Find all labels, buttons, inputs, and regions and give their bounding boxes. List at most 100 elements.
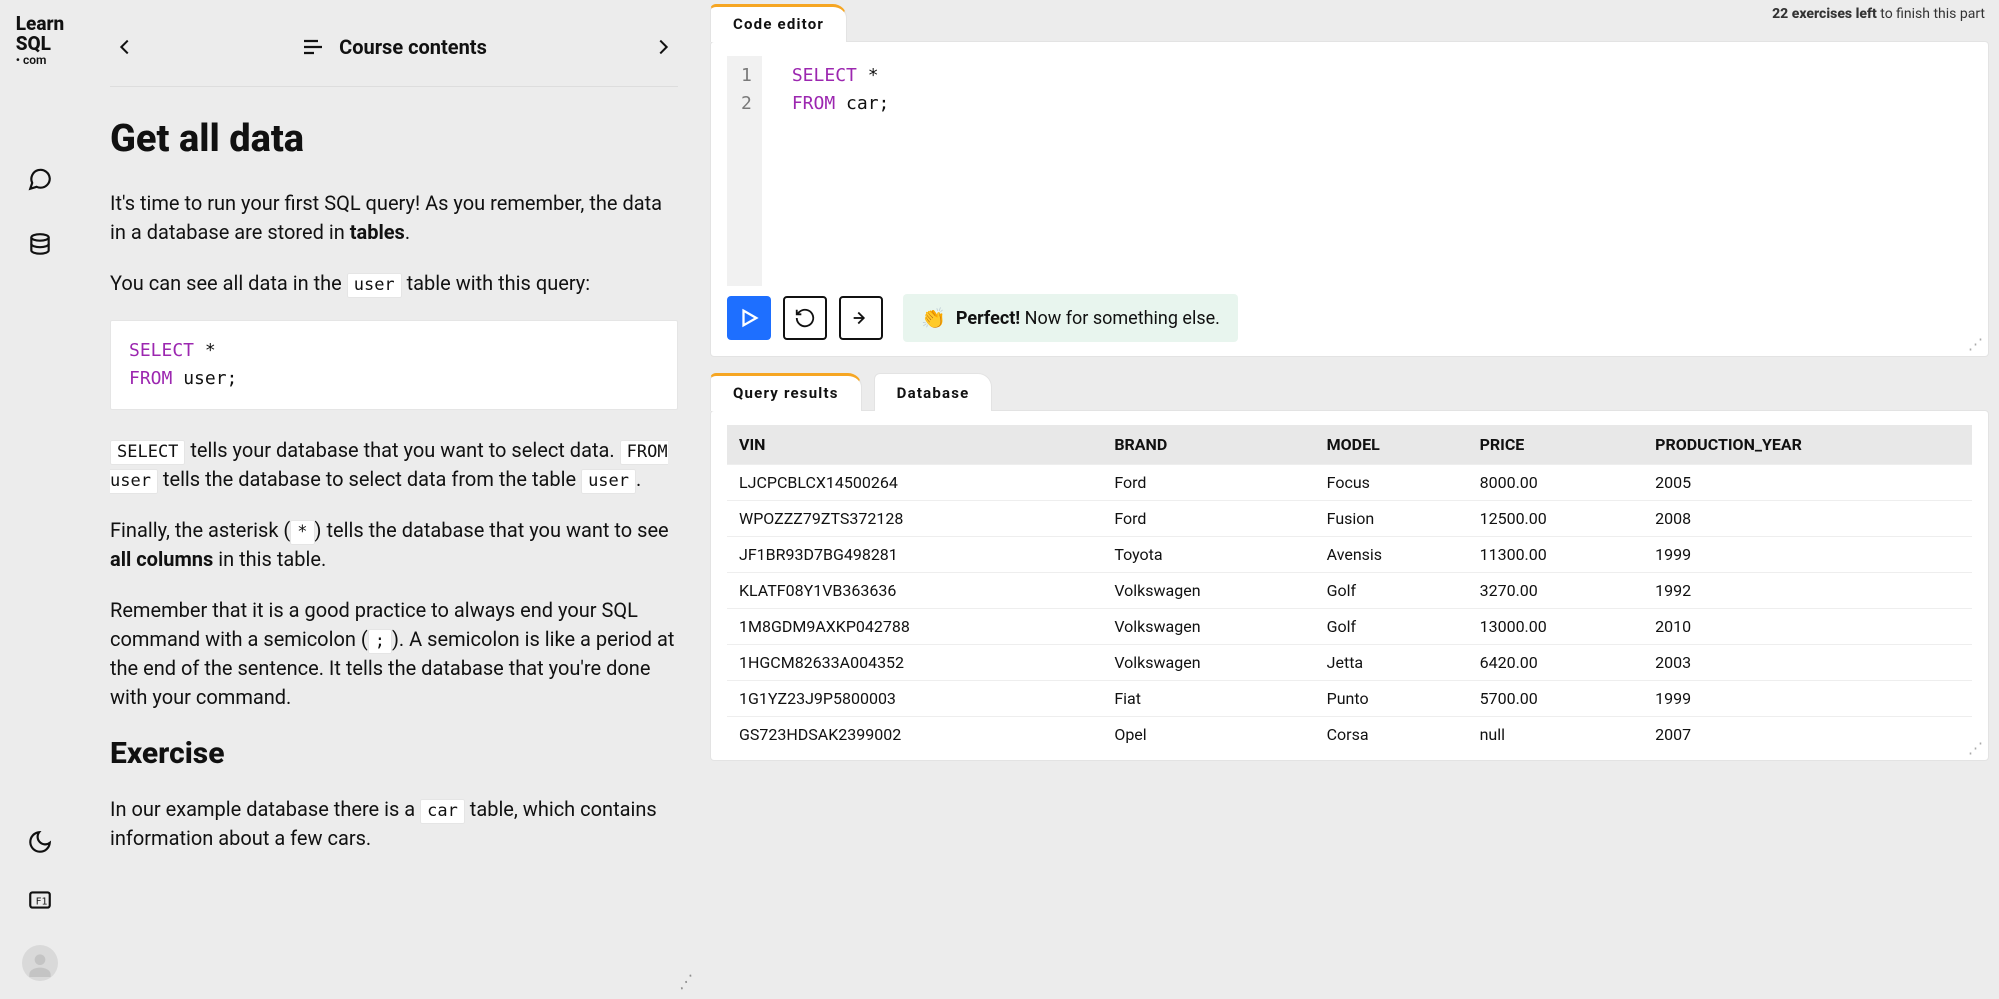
table-cell: Ford: [1102, 465, 1314, 501]
table-cell: Fiat: [1102, 681, 1314, 717]
table-cell: 1999: [1643, 681, 1972, 717]
table-cell: 1HGCM82633A004352: [727, 645, 1102, 681]
table-cell: 2005: [1643, 465, 1972, 501]
table-row: 1M8GDM9AXKP042788VolkswagenGolf13000.002…: [727, 609, 1972, 645]
lesson-panel: Course contents Get all data It's time t…: [80, 0, 700, 999]
table-cell: 2010: [1643, 609, 1972, 645]
table-cell: 13000.00: [1468, 609, 1644, 645]
table-cell: Punto: [1315, 681, 1468, 717]
avatar-icon[interactable]: [22, 945, 58, 981]
table-cell: 1G1YZ23J9P5800003: [727, 681, 1102, 717]
table-cell: KLATF08Y1VB363636: [727, 573, 1102, 609]
next-lesson-button[interactable]: [648, 32, 678, 62]
editor-code-lines[interactable]: SELECT *FROM car;: [762, 56, 890, 286]
table-row: GS723HDSAK2399002OpelCorsanull2007: [727, 717, 1972, 753]
resize-grip-icon: ⋰: [676, 971, 695, 992]
chat-icon[interactable]: [27, 166, 53, 192]
editor-block: Code editor 12 SELECT *FROM car;: [710, 4, 1989, 357]
resize-grip-icon: ⋰: [1968, 739, 1983, 757]
table-cell: Opel: [1102, 717, 1314, 753]
results-column-header: PRICE: [1468, 425, 1644, 465]
lesson-topnav: Course contents: [110, 0, 678, 87]
table-cell: Corsa: [1315, 717, 1468, 753]
lesson-paragraph-1: It's time to run your first SQL query! A…: [110, 189, 678, 247]
table-cell: Ford: [1102, 501, 1314, 537]
share-button[interactable]: [839, 296, 883, 340]
lesson-paragraph-3: SELECT tells your database that you want…: [110, 436, 678, 494]
results-table: VINBRANDMODELPRICEPRODUCTION_YEAR LJCPCB…: [727, 425, 1972, 752]
results-column-header: VIN: [727, 425, 1102, 465]
keyboard-shortcut-icon[interactable]: F1: [27, 887, 53, 913]
table-cell: 1992: [1643, 573, 1972, 609]
table-cell: 5700.00: [1468, 681, 1644, 717]
logo[interactable]: Learn SQL • com: [16, 14, 65, 66]
resize-grip-icon: ⋰: [1968, 335, 1983, 353]
sidebar-rail: Learn SQL • com F1: [0, 0, 80, 999]
code-editor[interactable]: 12 SELECT *FROM car;: [711, 56, 1988, 286]
tab-database[interactable]: Database: [874, 373, 993, 411]
results-panel: VINBRANDMODELPRICEPRODUCTION_YEAR LJCPCB…: [710, 410, 1989, 761]
table-cell: Volkswagen: [1102, 609, 1314, 645]
table-row: 1HGCM82633A004352VolkswagenJetta6420.002…: [727, 645, 1972, 681]
course-contents-button[interactable]: Course contents: [301, 35, 487, 59]
editor-gutter: 12: [727, 56, 762, 286]
code-user: user: [347, 273, 402, 298]
table-cell: 1999: [1643, 537, 1972, 573]
table-cell: Toyota: [1102, 537, 1314, 573]
logo-line2: SQL: [16, 32, 51, 55]
table-cell: 2003: [1643, 645, 1972, 681]
lesson-paragraph-4: Finally, the asterisk (*) tells the data…: [110, 516, 678, 574]
table-cell: Volkswagen: [1102, 645, 1314, 681]
table-cell: 1M8GDM9AXKP042788: [727, 609, 1102, 645]
table-cell: GS723HDSAK2399002: [727, 717, 1102, 753]
table-row: WPOZZZ79ZTS372128FordFusion12500.002008: [727, 501, 1972, 537]
table-cell: LJCPCBLCX14500264: [727, 465, 1102, 501]
run-button[interactable]: [727, 296, 771, 340]
table-cell: 3270.00: [1468, 573, 1644, 609]
clap-icon: 👏: [921, 306, 946, 330]
table-cell: Volkswagen: [1102, 573, 1314, 609]
results-column-header: PRODUCTION_YEAR: [1643, 425, 1972, 465]
table-row: LJCPCBLCX14500264FordFocus8000.002005: [727, 465, 1972, 501]
course-contents-label: Course contents: [339, 35, 487, 59]
table-row: JF1BR93D7BG498281ToyotaAvensis11300.0019…: [727, 537, 1972, 573]
table-cell: Jetta: [1315, 645, 1468, 681]
exercise-heading: Exercise: [110, 736, 678, 771]
table-cell: Golf: [1315, 609, 1468, 645]
table-row: KLATF08Y1VB363636VolkswagenGolf3270.0019…: [727, 573, 1972, 609]
prev-lesson-button[interactable]: [110, 32, 140, 62]
moon-icon[interactable]: [27, 829, 53, 855]
results-header-row: VINBRANDMODELPRICEPRODUCTION_YEAR: [727, 425, 1972, 465]
results-block: Query results Database VINBRANDMODELPRIC…: [710, 373, 1989, 761]
table-cell: 2007: [1643, 717, 1972, 753]
svg-text:F1: F1: [36, 896, 48, 907]
tab-code-editor[interactable]: Code editor: [710, 4, 847, 42]
logo-line3: • com: [16, 54, 65, 67]
table-cell: 12500.00: [1468, 501, 1644, 537]
page-title: Get all data: [110, 117, 678, 161]
lesson-code-block: SELECT * FROM user;: [110, 320, 678, 410]
lesson-paragraph-6: In our example database there is a car t…: [110, 795, 678, 853]
results-column-header: MODEL: [1315, 425, 1468, 465]
database-icon[interactable]: [27, 232, 53, 258]
code-editor-panel: 12 SELECT *FROM car; 👏 Perfect!: [710, 41, 1989, 357]
table-row: 1G1YZ23J9P5800003FiatPunto5700.001999: [727, 681, 1972, 717]
table-cell: WPOZZZ79ZTS372128: [727, 501, 1102, 537]
table-cell: JF1BR93D7BG498281: [727, 537, 1102, 573]
table-cell: 2008: [1643, 501, 1972, 537]
table-cell: null: [1468, 717, 1644, 753]
workspace: 22 exercises left to finish this part Co…: [700, 0, 1999, 999]
lesson-paragraph-2: You can see all data in the user table w…: [110, 269, 678, 298]
table-cell: Avensis: [1315, 537, 1468, 573]
table-cell: Focus: [1315, 465, 1468, 501]
table-cell: 11300.00: [1468, 537, 1644, 573]
table-cell: 8000.00: [1468, 465, 1644, 501]
table-cell: Fusion: [1315, 501, 1468, 537]
table-cell: 6420.00: [1468, 645, 1644, 681]
feedback-banner: 👏 Perfect! Now for something else.: [903, 294, 1238, 342]
results-column-header: BRAND: [1102, 425, 1314, 465]
table-cell: Golf: [1315, 573, 1468, 609]
lesson-paragraph-5: Remember that it is a good practice to a…: [110, 596, 678, 712]
reset-button[interactable]: [783, 296, 827, 340]
tab-query-results[interactable]: Query results: [710, 373, 862, 411]
